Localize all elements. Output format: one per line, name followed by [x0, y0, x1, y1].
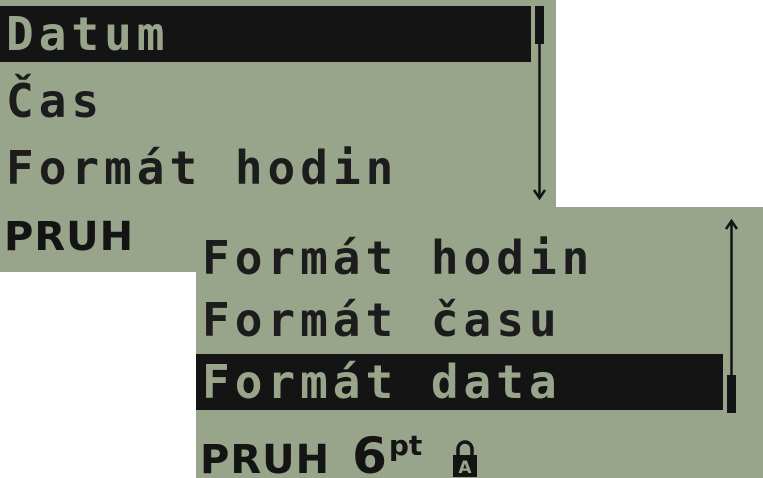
scrollbar-bottom[interactable]: [723, 217, 747, 417]
scrollbar-top[interactable]: [531, 4, 555, 208]
status-mode: PRUH: [4, 214, 135, 260]
lock-letter: A: [459, 458, 473, 478]
menu-item-cas[interactable]: Čas: [0, 73, 531, 129]
status-bar-top: PRUH: [0, 208, 134, 266]
menu-item-datum[interactable]: Datum: [0, 6, 531, 62]
menu-item-format-data[interactable]: Formát data: [196, 354, 723, 410]
scrollbar-thumb[interactable]: [535, 6, 544, 44]
menu-item-format-casu[interactable]: Formát času: [196, 292, 723, 348]
menu-item-format-hodin[interactable]: Formát hodin: [196, 230, 723, 286]
menu-item-format-hodin[interactable]: Formát hodin: [0, 140, 531, 196]
scrollbar-thumb[interactable]: [727, 375, 736, 413]
status-bar-bottom: PRUH 6pt A: [196, 417, 478, 478]
status-mode: PRUH: [200, 437, 331, 478]
font-size-unit: pt: [388, 429, 423, 462]
lcd-screen-bottom: Formát hodin Formát času Formát data PRU…: [196, 207, 763, 478]
lock-icon: A: [452, 439, 478, 478]
font-size-value: 6: [352, 427, 387, 478]
